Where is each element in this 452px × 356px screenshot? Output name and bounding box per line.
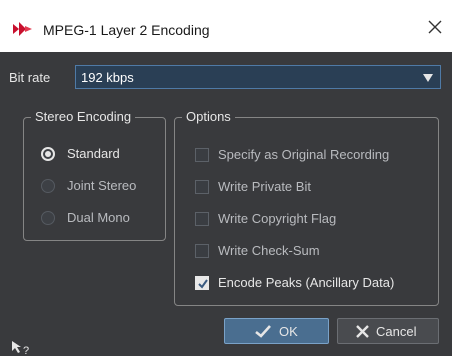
options-legend: Options [182, 109, 235, 124]
bit-rate-label: Bit rate [9, 70, 51, 85]
checkbox-original-recording[interactable] [195, 148, 209, 162]
checkmark-icon [198, 279, 208, 289]
window-title: MPEG-1 Layer 2 Encoding [43, 22, 210, 38]
close-icon[interactable] [426, 18, 444, 36]
checkbox-label-copyright-flag: Write Copyright Flag [218, 211, 337, 226]
checkbox-label-encode-peaks: Encode Peaks (Ancillary Data) [218, 275, 395, 290]
radio-standard[interactable] [41, 147, 55, 161]
checkbox-private-bit[interactable] [195, 180, 209, 194]
stereo-encoding-legend: Stereo Encoding [31, 109, 136, 124]
checkmark-icon [255, 325, 271, 338]
radio-label-dual-mono: Dual Mono [67, 210, 130, 225]
options-group: Options Specify as Original Recording Wr… [174, 109, 439, 306]
dialog-body: Bit rate 192 kbps Stereo Encoding Standa… [0, 52, 452, 356]
checkbox-label-original-recording: Specify as Original Recording [218, 147, 390, 162]
radio-dual-mono[interactable] [41, 211, 55, 225]
context-help-icon[interactable]: ? [10, 339, 32, 355]
title-bar: MPEG-1 Layer 2 Encoding [0, 0, 452, 52]
radio-label-standard: Standard [67, 146, 120, 161]
chevron-down-icon [423, 74, 433, 82]
checkbox-copyright-flag[interactable] [195, 212, 209, 226]
bit-rate-dropdown[interactable]: 192 kbps [75, 65, 441, 89]
checkbox-label-private-bit: Write Private Bit [218, 179, 311, 194]
checkbox-encode-peaks[interactable] [195, 276, 209, 290]
close-icon [356, 325, 369, 338]
cancel-label: Cancel [376, 324, 417, 339]
stereo-encoding-group: Stereo Encoding Standard Joint Stereo Du… [23, 109, 166, 241]
app-logo-icon [13, 22, 32, 36]
checkbox-check-sum[interactable] [195, 244, 209, 258]
svg-text:?: ? [23, 345, 29, 355]
ok-label: OK [279, 324, 298, 339]
cancel-button[interactable]: Cancel [337, 318, 439, 344]
bit-rate-value: 192 kbps [81, 70, 134, 85]
ok-button[interactable]: OK [224, 318, 329, 344]
radio-joint-stereo[interactable] [41, 179, 55, 193]
checkbox-label-check-sum: Write Check-Sum [218, 243, 320, 258]
radio-label-joint-stereo: Joint Stereo [67, 178, 137, 193]
